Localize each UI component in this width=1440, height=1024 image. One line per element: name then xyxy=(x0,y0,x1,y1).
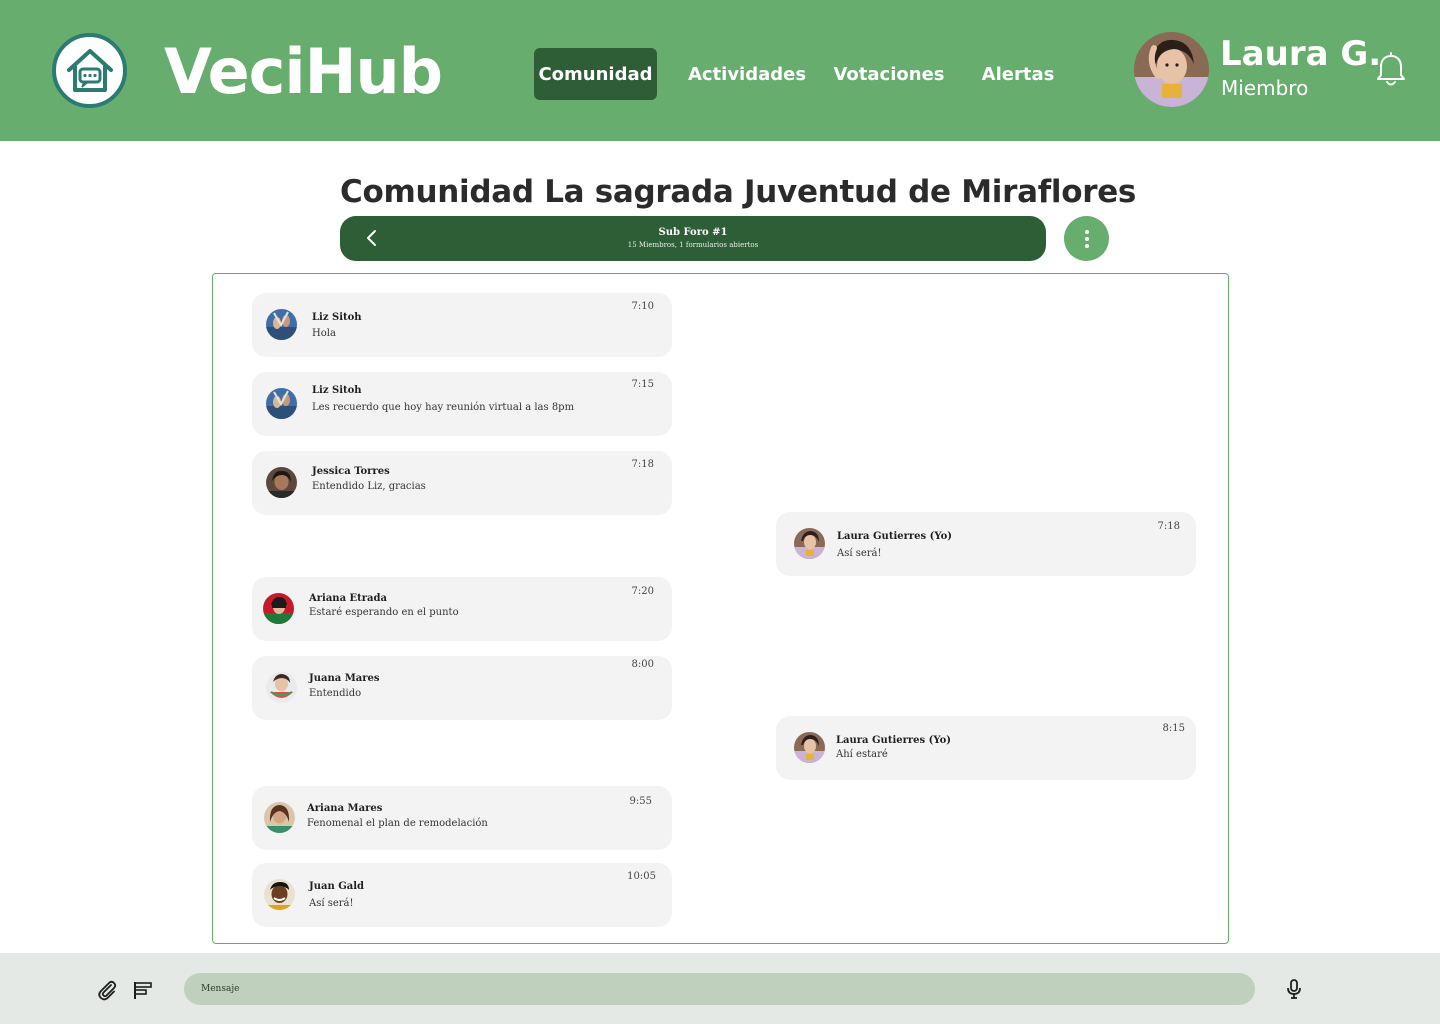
message-text: Ahí estaré xyxy=(836,749,888,760)
own-message-bubble: Laura Gutierres (Yo) Así será! 7:18 xyxy=(776,512,1196,576)
avatar[interactable] xyxy=(266,309,297,340)
user-role: Miembro xyxy=(1221,76,1309,100)
message-text: Les recuerdo que hoy hay reunión virtual… xyxy=(312,402,575,413)
nav-actividades[interactable]: Actividades xyxy=(686,48,808,100)
user-avatar[interactable] xyxy=(1134,32,1209,107)
message-time: 8:15 xyxy=(1162,723,1185,734)
message-author: Liz Sitoh xyxy=(312,312,362,323)
message-bubble: Juana Mares Entendido 8:00 xyxy=(252,656,672,720)
message-bubble: Ariana Mares Fenomenal el plan de remode… xyxy=(252,786,672,850)
user-name: Laura G. xyxy=(1220,34,1382,74)
message-bubble: Liz Sitoh Hola 7:10 xyxy=(252,293,672,357)
message-author: Laura Gutierres (Yo) xyxy=(836,735,952,746)
message-input[interactable] xyxy=(184,973,1255,1005)
message-text: Así será! xyxy=(309,898,354,909)
avatar[interactable] xyxy=(794,732,825,763)
message-time: 7:15 xyxy=(631,379,654,390)
avatar[interactable] xyxy=(266,388,297,419)
paperclip-icon[interactable] xyxy=(96,979,118,1001)
page-title: Comunidad La sagrada Juventud de Miraflo… xyxy=(340,174,1137,210)
vecihub-logo[interactable] xyxy=(52,33,127,108)
message-bubble: Juan Gald Así será! 10:05 xyxy=(252,863,672,927)
subforum-meta: 15 Miembros, 1 formularios abiertos xyxy=(627,241,759,249)
message-time: 7:20 xyxy=(631,586,654,597)
top-header: VeciHub Comunidad Actividades Votaciones… xyxy=(0,0,1440,141)
nav-votaciones[interactable]: Votaciones xyxy=(831,48,947,100)
avatar[interactable] xyxy=(263,593,294,624)
text-align-icon[interactable] xyxy=(132,979,154,1001)
message-text: Entendido xyxy=(309,688,362,699)
avatar[interactable] xyxy=(264,879,295,910)
house-chat-icon xyxy=(66,48,113,92)
message-bubble: Liz Sitoh Les recuerdo que hoy hay reuni… xyxy=(252,372,672,436)
message-bubble: Ariana Etrada Estaré esperando en el pun… xyxy=(252,577,672,641)
message-author: Ariana Mares xyxy=(307,803,383,814)
nav-comunidad[interactable]: Comunidad xyxy=(534,48,657,100)
message-text: Fenomenal el plan de remodelación xyxy=(307,818,488,829)
message-bubble: Jessica Torres Entendido Liz, gracias 7:… xyxy=(252,451,672,515)
message-time: 9:55 xyxy=(629,796,652,807)
message-author: Jessica Torres xyxy=(312,466,390,477)
message-text: Estaré esperando en el punto xyxy=(309,607,459,618)
kebab-menu-icon xyxy=(1084,229,1089,234)
subforum-bar: Sub Foro #1 15 Miembros, 1 formularios a… xyxy=(340,216,1046,261)
message-author: Laura Gutierres (Yo) xyxy=(837,531,953,542)
own-message-bubble: Laura Gutierres (Yo) Ahí estaré 8:15 xyxy=(776,716,1196,780)
nav-alertas[interactable]: Alertas xyxy=(975,48,1061,100)
subforum-name: Sub Foro #1 xyxy=(658,227,728,238)
message-author: Juan Gald xyxy=(309,881,365,892)
avatar[interactable] xyxy=(266,672,297,703)
message-author: Juana Mares xyxy=(309,673,380,684)
avatar[interactable] xyxy=(264,802,295,833)
message-author: Ariana Etrada xyxy=(309,593,387,604)
brand-name: VeciHub xyxy=(164,35,443,108)
message-time: 8:00 xyxy=(631,659,654,670)
message-time: 7:10 xyxy=(631,301,654,312)
message-text: Así será! xyxy=(837,548,882,559)
message-time: 10:05 xyxy=(627,871,656,882)
kebab-menu-button[interactable] xyxy=(1064,216,1109,261)
message-text: Hola xyxy=(312,328,336,339)
bell-icon[interactable] xyxy=(1375,52,1407,88)
message-text: Entendido Liz, gracias xyxy=(312,481,426,492)
message-time: 7:18 xyxy=(1157,521,1180,532)
avatar[interactable] xyxy=(266,467,297,498)
message-time: 7:18 xyxy=(631,459,654,470)
microphone-icon[interactable] xyxy=(1284,978,1304,1000)
message-author: Liz Sitoh xyxy=(312,385,362,396)
avatar[interactable] xyxy=(794,528,825,559)
